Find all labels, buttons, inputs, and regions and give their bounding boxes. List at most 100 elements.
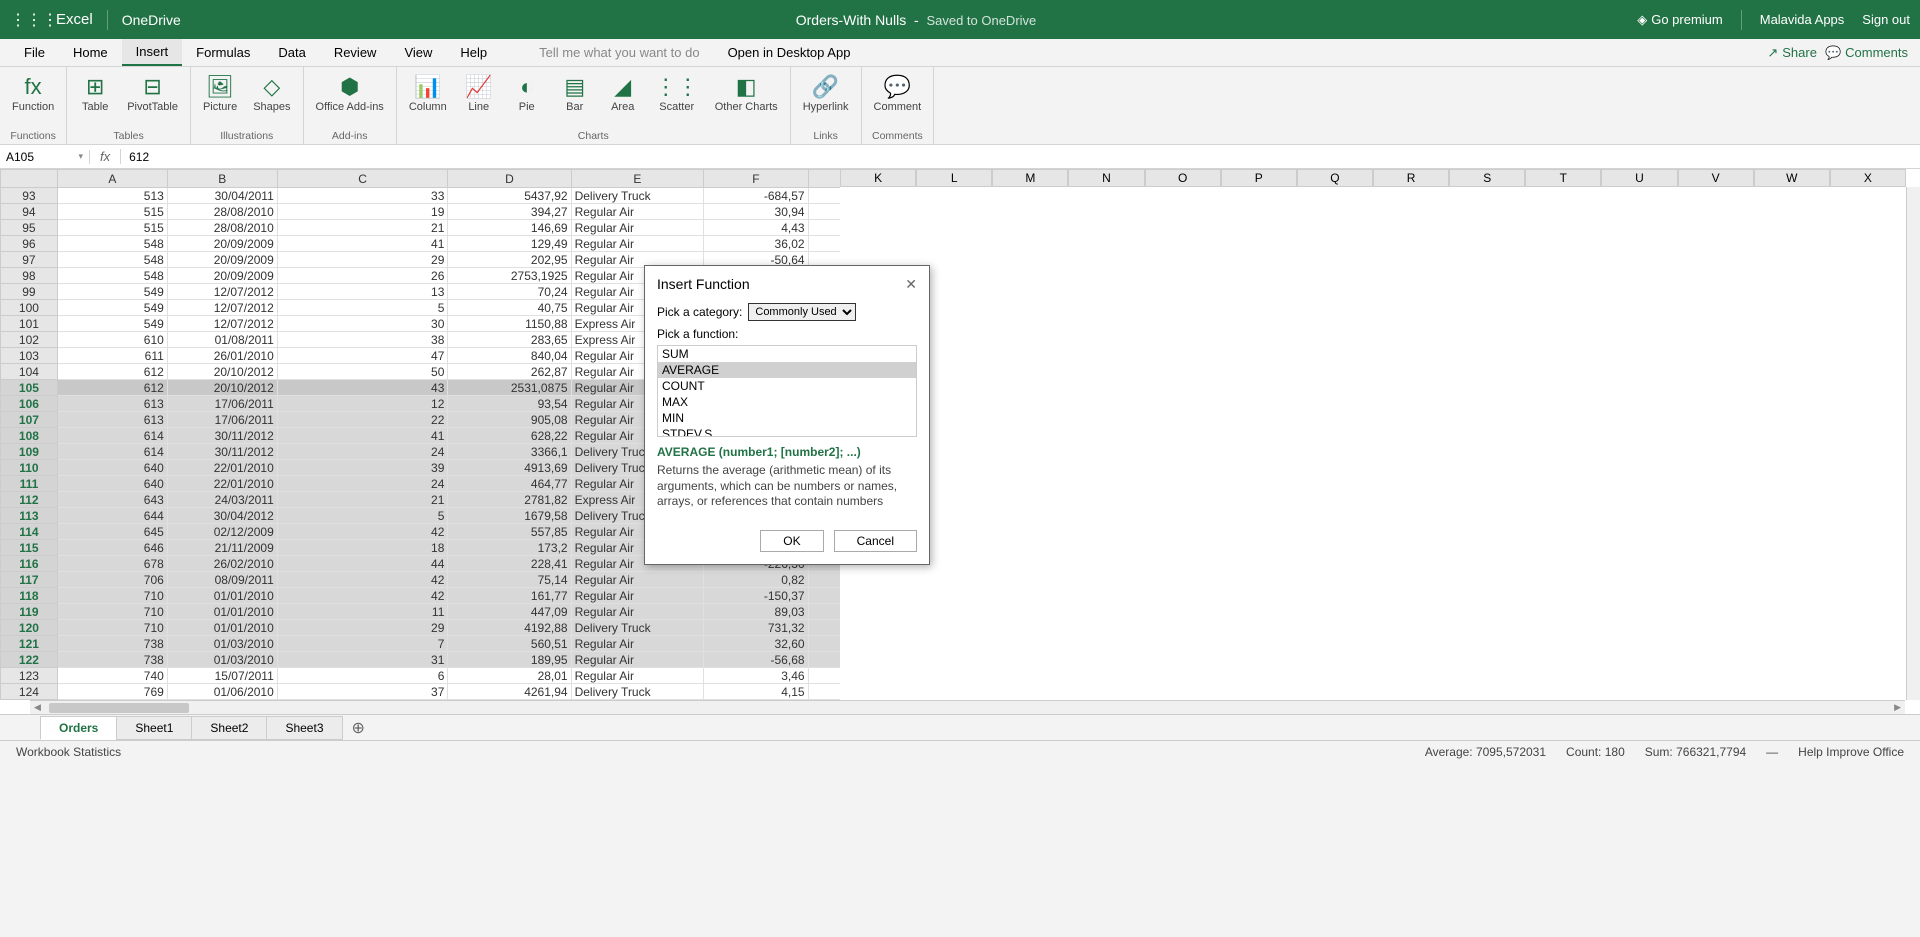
cell[interactable]: 4261,94: [448, 684, 571, 700]
cell[interactable]: 644: [57, 508, 167, 524]
cell[interactable]: 01/06/2010: [167, 684, 277, 700]
cell[interactable]: 50: [277, 364, 448, 380]
cell[interactable]: Regular Air: [571, 604, 704, 620]
cell[interactable]: 706: [57, 572, 167, 588]
cell[interactable]: 12: [277, 396, 448, 412]
cell[interactable]: 01/03/2010: [167, 652, 277, 668]
cell[interactable]: 3,46: [704, 668, 808, 684]
column-header-U[interactable]: U: [1601, 169, 1677, 187]
ribbon-office-add-ins-button[interactable]: ⬢Office Add-ins: [310, 69, 390, 130]
function-item-max[interactable]: MAX: [658, 394, 916, 410]
row-header-112[interactable]: 112: [1, 492, 58, 508]
row-header-94[interactable]: 94: [1, 204, 58, 220]
cell[interactable]: 2531,0875: [448, 380, 571, 396]
cell[interactable]: 70,24: [448, 284, 571, 300]
column-header-D[interactable]: D: [448, 170, 571, 188]
cell[interactable]: 146,69: [448, 220, 571, 236]
comments-button[interactable]: 💬 Comments: [1825, 45, 1908, 61]
cell[interactable]: 11: [277, 604, 448, 620]
row-header-103[interactable]: 103: [1, 348, 58, 364]
row-header-100[interactable]: 100: [1, 300, 58, 316]
cell[interactable]: 646: [57, 540, 167, 556]
cell[interactable]: 24: [277, 444, 448, 460]
cell[interactable]: Regular Air: [571, 668, 704, 684]
cell[interactable]: 5437,92: [448, 188, 571, 204]
ribbon-area-button[interactable]: ◢Area: [601, 69, 645, 130]
cell[interactable]: 769: [57, 684, 167, 700]
cell[interactable]: 549: [57, 316, 167, 332]
cell[interactable]: Regular Air: [571, 236, 704, 252]
cell[interactable]: 30: [277, 316, 448, 332]
cell[interactable]: 26/02/2010: [167, 556, 277, 572]
column-header-C[interactable]: C: [277, 170, 448, 188]
cell[interactable]: 89,03: [704, 604, 808, 620]
cell[interactable]: 42: [277, 572, 448, 588]
cell[interactable]: 613: [57, 412, 167, 428]
cell[interactable]: 30,94: [704, 204, 808, 220]
app-launcher-icon[interactable]: ⋮⋮⋮: [10, 10, 42, 30]
cell[interactable]: 628,22: [448, 428, 571, 444]
row-header-96[interactable]: 96: [1, 236, 58, 252]
cancel-button[interactable]: Cancel: [834, 530, 917, 552]
cell[interactable]: 611: [57, 348, 167, 364]
cell[interactable]: 1150,88: [448, 316, 571, 332]
cell[interactable]: 20/09/2009: [167, 252, 277, 268]
sheet-tab-sheet1[interactable]: Sheet1: [116, 716, 192, 740]
cell[interactable]: 4,15: [704, 684, 808, 700]
cell[interactable]: 20/10/2012: [167, 380, 277, 396]
cell[interactable]: 21/11/2009: [167, 540, 277, 556]
function-item-stdev.s[interactable]: STDEV.S: [658, 426, 916, 437]
cell[interactable]: Delivery Truck: [571, 188, 704, 204]
cell[interactable]: 12/07/2012: [167, 300, 277, 316]
ribbon-pie-button[interactable]: ◐Pie: [505, 69, 549, 130]
row-header-117[interactable]: 117: [1, 572, 58, 588]
cell[interactable]: 129,49: [448, 236, 571, 252]
cell[interactable]: 549: [57, 284, 167, 300]
ribbon-comment-button[interactable]: 💬Comment: [868, 69, 928, 130]
column-header-T[interactable]: T: [1525, 169, 1601, 187]
cell[interactable]: 24: [277, 476, 448, 492]
cell[interactable]: 840,04: [448, 348, 571, 364]
scroll-left-icon[interactable]: ◀: [30, 702, 45, 713]
row-header-107[interactable]: 107: [1, 412, 58, 428]
cell[interactable]: 161,77: [448, 588, 571, 604]
cell[interactable]: Regular Air: [571, 220, 704, 236]
row-header-97[interactable]: 97: [1, 252, 58, 268]
cell[interactable]: 43: [277, 380, 448, 396]
cell[interactable]: Regular Air: [571, 588, 704, 604]
cell[interactable]: 738: [57, 652, 167, 668]
fx-icon[interactable]: fx: [90, 149, 121, 164]
cell[interactable]: 28/08/2010: [167, 220, 277, 236]
cell[interactable]: -150,37: [704, 588, 808, 604]
cell[interactable]: 612: [57, 380, 167, 396]
help-improve-link[interactable]: Help Improve Office: [1798, 745, 1904, 759]
cell[interactable]: 26: [277, 268, 448, 284]
cell[interactable]: 740: [57, 668, 167, 684]
column-header-R[interactable]: R: [1373, 169, 1449, 187]
ribbon-picture-button[interactable]: 🖼Picture: [197, 69, 243, 130]
cell[interactable]: 22/01/2010: [167, 460, 277, 476]
cell[interactable]: 42: [277, 524, 448, 540]
close-icon[interactable]: ✕: [905, 276, 917, 293]
cell[interactable]: 33: [277, 188, 448, 204]
cell[interactable]: 640: [57, 460, 167, 476]
cell[interactable]: 30/11/2012: [167, 428, 277, 444]
cell[interactable]: 42: [277, 588, 448, 604]
cell[interactable]: 24/03/2011: [167, 492, 277, 508]
workbook-stats[interactable]: Workbook Statistics: [16, 745, 121, 759]
cell[interactable]: 01/03/2010: [167, 636, 277, 652]
cell[interactable]: 202,95: [448, 252, 571, 268]
column-header-P[interactable]: P: [1221, 169, 1297, 187]
cell[interactable]: 228,41: [448, 556, 571, 572]
cell[interactable]: 13: [277, 284, 448, 300]
cell[interactable]: 643: [57, 492, 167, 508]
column-header-V[interactable]: V: [1678, 169, 1754, 187]
go-premium-button[interactable]: ◈ Go premium: [1637, 12, 1723, 28]
cell[interactable]: 20/09/2009: [167, 268, 277, 284]
row-header-108[interactable]: 108: [1, 428, 58, 444]
ribbon-line-button[interactable]: 📈Line: [457, 69, 501, 130]
cell[interactable]: 26/01/2010: [167, 348, 277, 364]
cell[interactable]: 4192,88: [448, 620, 571, 636]
row-header-106[interactable]: 106: [1, 396, 58, 412]
ribbon-table-button[interactable]: ⊞Table: [73, 69, 117, 130]
